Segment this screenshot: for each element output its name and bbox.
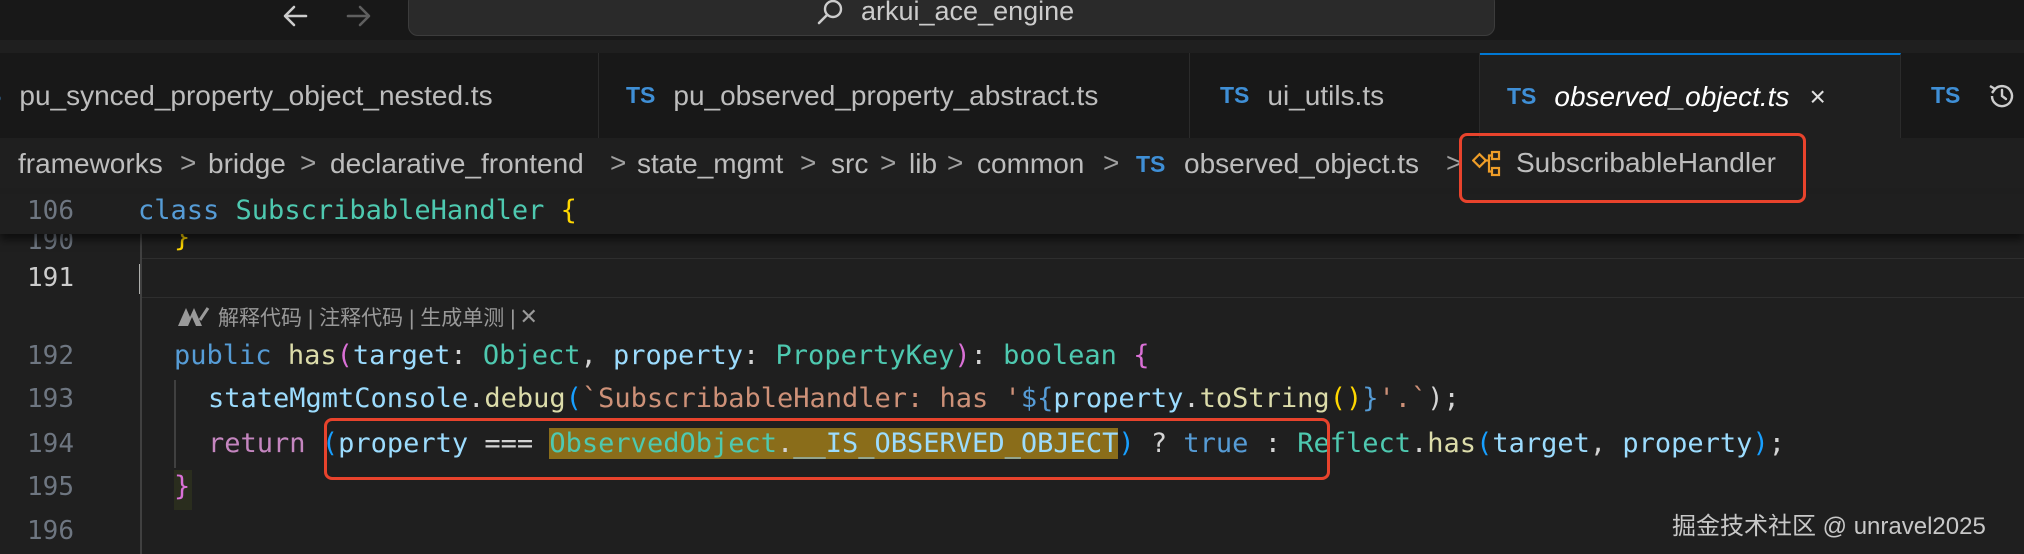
breadcrumb-separator: >	[880, 147, 897, 178]
punct: );	[1427, 383, 1460, 414]
tab-label: ui_utils.ts	[1267, 79, 1385, 111]
ts-file-icon: TS	[1931, 82, 1961, 108]
punct: ;	[1768, 428, 1785, 459]
keyword: class	[138, 195, 220, 226]
tab-label: observed_object.ts	[1554, 80, 1790, 112]
breadcrumb-separator: >	[300, 147, 317, 178]
code-line-193: stateMgmtConsole.debug(`SubscribableHand…	[208, 383, 1460, 414]
forward-arrow-icon[interactable]	[338, 0, 378, 36]
search-icon	[817, 0, 843, 25]
method-name: toString	[1199, 383, 1330, 414]
code-highlight-box	[324, 418, 1330, 480]
ts-file-icon: TS	[0, 82, 1, 109]
breadcrumb-separator: >	[610, 147, 627, 178]
punct: .	[468, 383, 485, 414]
line-number: 193	[27, 384, 74, 414]
line-number: 196	[27, 516, 74, 546]
tab-pu-synced-property-object-nested[interactable]: TS pu_synced_property_object_nested.ts	[0, 53, 599, 138]
history-icon[interactable]	[1984, 78, 2020, 114]
punct: :	[743, 340, 776, 371]
paren: (	[565, 383, 582, 414]
breadcrumb-separator: >	[800, 147, 817, 178]
keyword: public	[174, 340, 272, 371]
brace: {	[560, 195, 577, 226]
string: `SubscribableHandler: has '	[581, 383, 1021, 414]
tab-label: pu_synced_property_object_nested.ts	[19, 79, 493, 111]
punct: :	[450, 340, 483, 371]
command-center-search[interactable]: arkui_ace_engine	[408, 0, 1495, 36]
keyword: return	[208, 428, 306, 459]
close-tab-icon[interactable]: ×	[1809, 81, 1825, 113]
paren: )	[954, 340, 971, 371]
line-number: 106	[27, 196, 74, 226]
breadcrumb-item-bridge[interactable]: bridge	[208, 148, 286, 180]
line-number: 195	[27, 472, 74, 502]
identifier: property	[1622, 428, 1753, 459]
tab-observed-object[interactable]: TS observed_object.ts ×	[1480, 53, 1901, 138]
code-line-192: public has(target: Object, property: Pro…	[174, 340, 1149, 371]
method-name: has	[287, 340, 337, 371]
template-delim: ${	[1020, 383, 1054, 414]
punct: .	[1411, 428, 1428, 459]
watermark: 掘金技术社区 @ unravel2025	[1672, 513, 1986, 540]
line-number-current: 191	[27, 263, 74, 293]
identifier: stateMgmtConsole	[208, 383, 469, 414]
punct: ,	[580, 340, 613, 371]
paren: (	[1476, 428, 1493, 459]
breadcrumb-highlight-box	[1459, 133, 1806, 203]
class-name: SubscribableHandler	[235, 195, 545, 226]
template-delim: }	[1362, 383, 1379, 414]
breadcrumb-item-src[interactable]: src	[831, 148, 868, 180]
search-text: arkui_ace_engine	[861, 0, 1075, 26]
current-line-highlight	[140, 258, 2024, 298]
paren: )	[1752, 428, 1769, 459]
tab-pu-observed-property-abstract[interactable]: TS pu_observed_property_abstract.ts	[599, 53, 1190, 138]
breadcrumb-item-state-mgmt[interactable]: state_mgmt	[637, 148, 783, 180]
title-bar: arkui_ace_engine	[0, 0, 2024, 40]
breadcrumb-separator: >	[947, 147, 964, 178]
ts-file-icon: TS	[1507, 83, 1537, 109]
ts-file-icon: TS	[626, 82, 656, 108]
paren: (	[336, 340, 353, 371]
codelens-actions[interactable]: 解释代码 | 注释代码 | 生成单测 |	[218, 302, 516, 332]
identifier: target	[1492, 428, 1590, 459]
breadcrumb-separator: >	[1103, 147, 1120, 178]
codelens-close-icon[interactable]: ✕	[520, 304, 538, 330]
identifier: property	[1053, 383, 1184, 414]
punct: ,	[1589, 428, 1623, 459]
tab-ui-utils[interactable]: TS ui_utils.ts	[1190, 53, 1480, 138]
param: target	[352, 340, 451, 371]
punct: .	[1183, 383, 1200, 414]
indent-guide	[140, 234, 142, 554]
breadcrumb-item-lib[interactable]: lib	[909, 148, 937, 180]
breadcrumb-separator: >	[180, 147, 197, 178]
tab-label: pu_observed_property_abstract.ts	[673, 79, 1099, 111]
line-number: 192	[27, 341, 74, 371]
brace: {	[1133, 340, 1150, 371]
breadcrumb-item-common[interactable]: common	[977, 148, 1084, 180]
type: PropertyKey	[775, 340, 955, 371]
param: property	[612, 340, 744, 371]
ts-file-icon: TS	[1136, 151, 1166, 177]
code-line-195: }	[174, 471, 191, 502]
string: '.`	[1378, 383, 1428, 414]
method-name: has	[1427, 428, 1477, 459]
ai-assistant-icon	[178, 307, 210, 326]
tab-overflow[interactable]: TS	[1901, 53, 2024, 138]
indent-guide	[174, 380, 176, 468]
breadcrumb-item-frameworks[interactable]: frameworks	[18, 148, 163, 180]
line-number: 194	[27, 429, 74, 459]
breadcrumb-item-file[interactable]: observed_object.ts	[1184, 148, 1419, 180]
editor-tab-bar: TS pu_synced_property_object_nested.ts T…	[0, 53, 2024, 139]
ts-file-icon: TS	[1220, 82, 1250, 108]
sticky-code-line: class SubscribableHandler {	[138, 195, 577, 226]
punct: :	[970, 340, 1004, 371]
type: boolean	[1003, 340, 1117, 371]
breadcrumb-item-declarative-frontend[interactable]: declarative_frontend	[330, 148, 584, 180]
type: Object	[482, 340, 581, 371]
paren: ()	[1329, 383, 1363, 414]
back-arrow-icon[interactable]	[276, 0, 316, 36]
method-name: debug	[484, 383, 566, 414]
ai-codelens: 解释代码 | 注释代码 | 生成单测 | ✕	[176, 302, 538, 332]
